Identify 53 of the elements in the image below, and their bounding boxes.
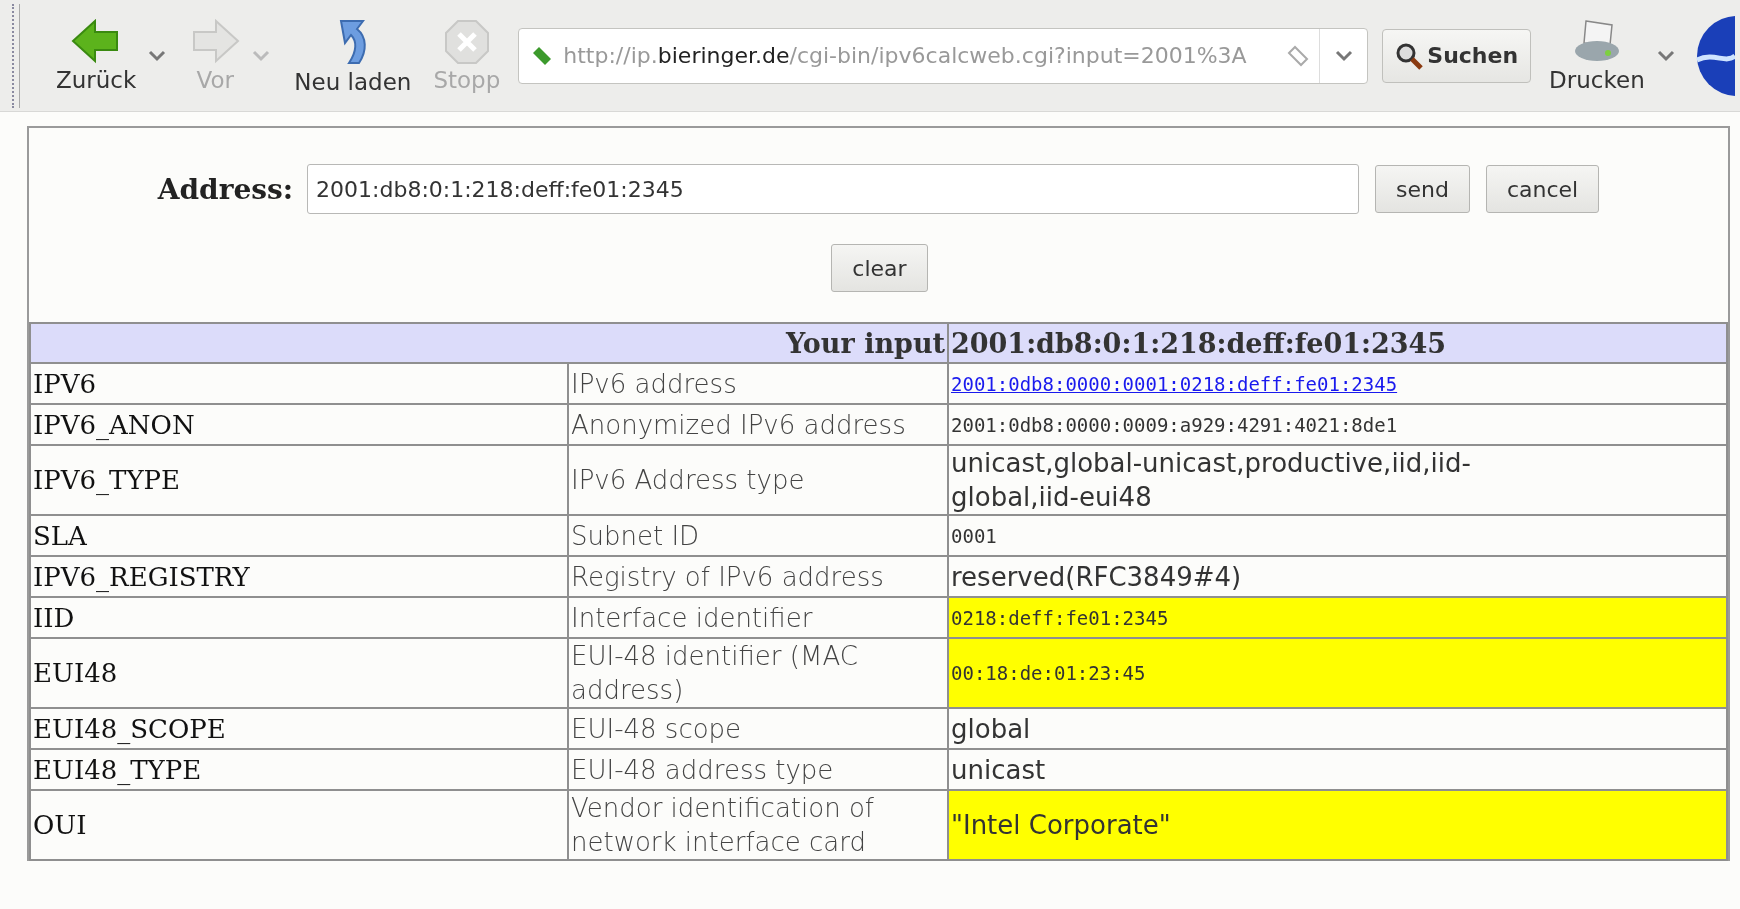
name-cell: IPV6_REGISTRY <box>30 556 568 597</box>
name-cell: IPV6 <box>30 363 568 404</box>
address-field[interactable]: 2001:db8:0:1:218:deff:fe01:2345 <box>307 164 1360 214</box>
toolbar-button[interactable]: Zurück <box>52 18 141 93</box>
address-link[interactable]: 2001:0db8:0000:0001:0218:deff:fe01:2345 <box>951 372 1398 395</box>
stop-icon <box>443 18 490 65</box>
magnifier-icon <box>1395 41 1424 70</box>
description-cell: Registry of IPv6 address <box>568 556 948 597</box>
caret-icon[interactable] <box>1334 49 1353 62</box>
url-field[interactable]: http://ip.bieringer.de/cgi-bin/ipv6calcweb.cgi?input=2001%3A <box>518 27 1369 84</box>
description-cell: Vendor identification of network interface card <box>568 790 948 860</box>
clear-button[interactable]: clear <box>831 244 928 292</box>
tag-icon <box>1287 44 1310 67</box>
value-cell: 0218:deff:fe01:2345 <box>948 597 1727 638</box>
description-cell: IPv6 address <box>568 363 948 404</box>
print-button[interactable]: Drucken <box>1545 18 1649 93</box>
description-cell: EUI-48 identifier (MAC address) <box>568 638 948 708</box>
right-arrow-icon <box>190 18 241 65</box>
name-cell: OUI <box>30 790 568 860</box>
value-cell: "Intel Corporate" <box>948 790 1727 860</box>
name-cell: IID <box>30 597 568 638</box>
tag-icon <box>531 44 554 67</box>
name-cell: EUI48_TYPE <box>30 749 568 790</box>
description-cell: EUI-48 scope <box>568 708 948 749</box>
caret-icon[interactable] <box>1656 49 1675 62</box>
address-label: Address: <box>157 172 294 206</box>
value-cell: unicast,global-unicast,productive,iid,iid-global,iid-eui48 <box>948 445 1727 515</box>
url-text: /cgi-bin/ipv6calcweb.cgi?input=2001%3A <box>789 43 1247 68</box>
header-label-cell: Your input <box>30 323 948 363</box>
value-cell: 2001:0db8:0000:0009:a929:4291:4021:8de1 <box>948 404 1727 445</box>
toolbar-grip[interactable] <box>12 3 20 108</box>
description-cell: Interface identifier <box>568 597 948 638</box>
description-cell: EUI-48 address type <box>568 749 948 790</box>
description-cell: Subnet ID <box>568 515 948 556</box>
value-cell: global <box>948 708 1727 749</box>
name-cell: IPV6_TYPE <box>30 445 568 515</box>
globe-logo-icon[interactable] <box>1694 15 1735 96</box>
search-button[interactable]: Suchen <box>1382 28 1532 83</box>
header-value-cell: 2001:db8:0:1:218:deff:fe01:2345 <box>948 323 1727 363</box>
url-text: http://ip. <box>563 43 658 68</box>
name-cell: IPV6_ANON <box>30 404 568 445</box>
value-cell: 0001 <box>948 515 1727 556</box>
name-cell: EUI48_SCOPE <box>30 708 568 749</box>
url-text: bieringer.de <box>657 43 790 68</box>
name-cell: EUI48 <box>30 638 568 708</box>
description-cell: IPv6 Address type <box>568 445 948 515</box>
form-button[interactable]: send <box>1375 165 1470 213</box>
name-cell: SLA <box>30 515 568 556</box>
form-button[interactable]: cancel <box>1485 165 1600 213</box>
description-cell: Anonymized IPv6 address <box>568 404 948 445</box>
toolbar-button[interactable]: Neu laden <box>290 16 416 95</box>
caret-icon[interactable] <box>148 49 167 62</box>
value-cell: 00:18:de:01:23:45 <box>948 638 1727 708</box>
